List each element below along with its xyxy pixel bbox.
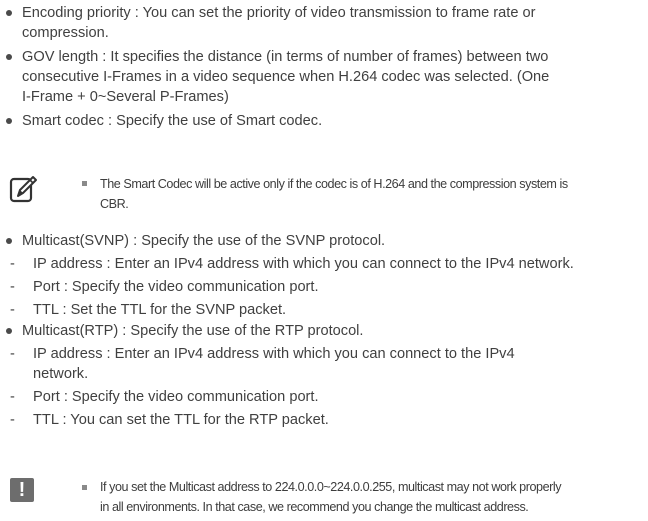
note-text-line: The Smart Codec will be active only if t… <box>100 177 568 191</box>
note-bullet-square <box>82 485 87 490</box>
sub-item-text: TTL : Set the TTL for the SVNP packet. <box>33 302 287 318</box>
note-multicast-address: ! If you set the Multicast address to 22… <box>0 476 648 520</box>
bullet-dot <box>6 54 12 60</box>
sub-item-rtp-port: - Port : Specify the video communication… <box>0 387 648 407</box>
multicast-svnp-section: Multicast(SVNP) : Specify the use of the… <box>0 231 648 320</box>
bullet-dot <box>6 238 12 244</box>
memo-pencil-icon <box>9 176 37 203</box>
bullet-text-line: GOV length : It specifies the distance (… <box>22 49 549 65</box>
sub-item-text: Port : Specify the video communication p… <box>33 279 319 295</box>
note-text: The Smart Codec will be active only if t… <box>100 174 640 214</box>
bullet-text-line: compression. <box>22 25 109 41</box>
note-smart-codec: The Smart Codec will be active only if t… <box>0 172 648 218</box>
top-bullet-list: Encoding priority : You can set the prio… <box>0 3 648 131</box>
bullet-text-line: Encoding priority : You can set the prio… <box>22 5 536 21</box>
bullet-text-line: I-Frame + 0~Several P-Frames) <box>22 89 229 105</box>
bullet-gov-length: GOV length : It specifies the distance (… <box>0 47 648 107</box>
bullet-smart-codec: Smart codec : Specify the use of Smart c… <box>0 111 648 131</box>
sub-item-dash: - <box>10 279 15 295</box>
bullet-dot <box>6 10 12 16</box>
sub-item-dash: - <box>10 412 15 428</box>
bullet-text-line: Smart codec : Specify the use of Smart c… <box>22 113 323 129</box>
bullet-multicast-svnp: Multicast(SVNP) : Specify the use of the… <box>0 231 648 251</box>
manual-page: Encoding priority : You can set the prio… <box>0 0 648 521</box>
sub-item-dash: - <box>10 389 15 405</box>
multicast-rtp-section: Multicast(RTP) : Specify the use of the … <box>0 321 648 430</box>
bullet-text-line: Multicast(RTP) : Specify the use of the … <box>22 323 364 339</box>
sub-item-dash: - <box>10 256 15 272</box>
bullet-dot <box>6 118 12 124</box>
sub-item-text: TTL : You can set the TTL for the RTP pa… <box>33 412 329 428</box>
sub-item-text: Port : Specify the video communication p… <box>33 389 319 405</box>
note-text-line: in all environments. In that case, we re… <box>100 500 529 514</box>
bullet-text-line: consecutive I-Frames in a video sequence… <box>22 69 550 85</box>
note-text: If you set the Multicast address to 224.… <box>100 477 640 517</box>
bullet-multicast-rtp: Multicast(RTP) : Specify the use of the … <box>0 321 648 341</box>
bullet-encoding-priority: Encoding priority : You can set the prio… <box>0 3 648 43</box>
sub-item-rtp-ttl: - TTL : You can set the TTL for the RTP … <box>0 410 648 430</box>
sub-item-svnp-ip: - IP address : Enter an IPv4 address wit… <box>0 254 648 274</box>
sub-item-text-continued: network. <box>33 366 89 382</box>
note-text-line: If you set the Multicast address to 224.… <box>100 480 562 494</box>
sub-item-rtp-ip: - IP address : Enter an IPv4 address wit… <box>0 344 648 384</box>
warning-exclamation-icon: ! <box>10 478 34 502</box>
sub-item-dash: - <box>10 346 15 362</box>
bullet-dot <box>6 328 12 334</box>
note-text-line: CBR. <box>100 197 129 211</box>
sub-item-text: IP address : Enter an IPv4 address with … <box>33 346 515 362</box>
sub-item-svnp-port: - Port : Specify the video communication… <box>0 277 648 297</box>
note-bullet-square <box>82 181 87 186</box>
sub-item-dash: - <box>10 302 15 318</box>
sub-item-svnp-ttl: - TTL : Set the TTL for the SVNP packet. <box>0 300 648 320</box>
sub-item-text: IP address : Enter an IPv4 address with … <box>33 256 574 272</box>
bullet-text-line: Multicast(SVNP) : Specify the use of the… <box>22 233 386 249</box>
